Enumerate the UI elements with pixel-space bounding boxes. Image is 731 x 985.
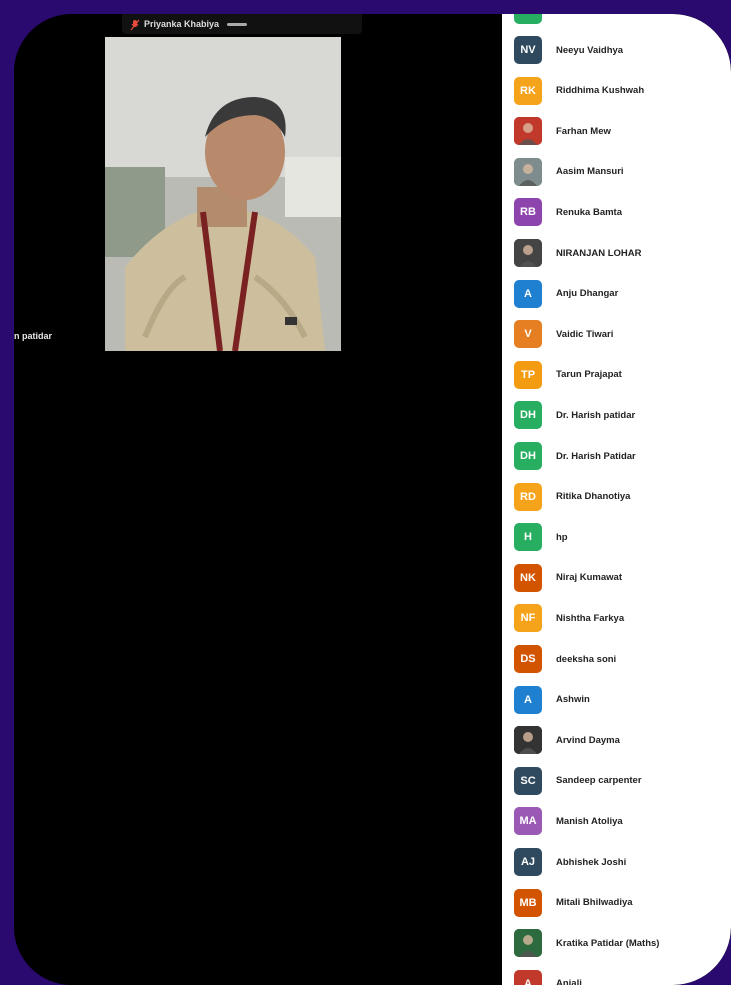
participant-row[interactable]: RK Riddhima Kushwah <box>502 71 731 111</box>
participant-name: Anju Dhangar <box>556 288 619 300</box>
avatar: A <box>514 685 542 714</box>
participant-row[interactable]: NF Nishtha Farkya <box>502 598 731 638</box>
participant-row[interactable]: SC Sandeep carpenter <box>502 761 731 801</box>
avatar-photo <box>514 117 542 146</box>
avatar: SC <box>514 766 542 795</box>
participant-row[interactable]: Hhp <box>502 517 731 557</box>
participant-name: Ritika Dhanotiya <box>556 491 631 503</box>
avatar-photo <box>514 929 542 958</box>
participant-row[interactable]: DH Dr. Harish Patidar <box>502 436 731 476</box>
avatar: RB <box>514 198 542 227</box>
avatar: RD <box>514 482 542 511</box>
avatar: MA <box>514 807 542 836</box>
participant-video-tile[interactable] <box>105 37 341 351</box>
avatar <box>514 14 542 24</box>
participant-row[interactable]: MA Manish Atoliya <box>502 801 731 841</box>
participant-row[interactable]: A Anju Dhangar <box>502 274 731 314</box>
participant-name: hp <box>556 531 568 543</box>
participant-row[interactable]: NIRANJAN LOHAR <box>502 233 731 273</box>
avatar: A <box>514 969 542 985</box>
chip-indicator <box>227 22 248 26</box>
meeting-screen: Priyanka Khabiya n patidar NV Neeyu Vaid… <box>14 14 731 985</box>
participant-row[interactable]: Aasim Mansuri <box>502 152 731 192</box>
active-speaker-chip: Priyanka Khabiya <box>122 14 362 34</box>
participant-name: Farhan Mew <box>556 125 611 137</box>
avatar-photo <box>514 239 542 267</box>
participant-name: Manish Atoliya <box>556 815 623 827</box>
avatar: NV <box>514 36 542 64</box>
participant-row[interactable]: DS deeksha soni <box>502 639 731 679</box>
participant-row[interactable]: Farhan Mew <box>502 111 731 151</box>
video-area: Priyanka Khabiya n patidar <box>14 14 502 985</box>
participant-name: Nishtha Farkya <box>556 612 625 624</box>
participant-name: Kratika Patidar (Maths) <box>556 937 660 949</box>
participant-row[interactable]: Kratika Patidar (Maths) <box>502 923 731 963</box>
participant-name: Aasim Mansuri <box>556 166 624 178</box>
participant-name: Niraj Kumawat <box>556 572 622 584</box>
mic-off-icon <box>130 18 140 31</box>
participant-name: Abhishek Joshi <box>556 856 627 868</box>
participant-name: Dr. Harish Patidar <box>556 450 636 462</box>
participant-row[interactable]: DH Dr. Harish patidar <box>502 395 731 435</box>
participant-name: Vaidic Tiwari <box>556 328 614 340</box>
active-speaker-name: Priyanka Khabiya <box>144 19 220 29</box>
avatar: A <box>514 279 542 308</box>
participant-row[interactable]: TP Tarun Prajapat <box>502 355 731 395</box>
avatar: MB <box>514 888 542 917</box>
avatar-photo <box>514 157 542 186</box>
participant-name: Anjali <box>556 978 582 985</box>
avatar-photo <box>514 726 542 755</box>
participant-name: Mitali Bhilwadiya <box>556 897 633 909</box>
participant-row[interactable]: MB Mitali Bhilwadiya <box>502 883 731 923</box>
participant-name: Ashwin <box>556 694 590 706</box>
participant-row[interactable]: NV Neeyu Vaidhya <box>502 30 731 70</box>
avatar: V <box>514 320 542 349</box>
participant-name: Arvind Dayma <box>556 734 620 746</box>
participant-row[interactable]: AJ Abhishek Joshi <box>502 842 731 882</box>
avatar: H <box>514 523 542 552</box>
avatar: TP <box>514 360 542 389</box>
list-item-partial <box>502 14 731 30</box>
participant-name: Renuka Bamta <box>556 206 622 218</box>
avatar: RK <box>514 76 542 105</box>
participant-row[interactable]: A Anjali <box>502 964 731 985</box>
participants-list[interactable]: NV Neeyu Vaidhya RK Riddhima Kushwah Farhan … <box>502 14 731 985</box>
participant-row[interactable]: Arvind Dayma <box>502 720 731 760</box>
participant-name: deeksha soni <box>556 653 617 665</box>
avatar: DH <box>514 442 542 470</box>
avatar: AJ <box>514 848 542 876</box>
avatar: NF <box>514 604 542 633</box>
participant-row[interactable]: V Vaidic Tiwari <box>502 314 731 354</box>
avatar: DH <box>514 401 542 430</box>
participant-name: NIRANJAN LOHAR <box>556 247 642 259</box>
participant-name: Sandeep carpenter <box>556 775 642 787</box>
participant-row[interactable]: NK Niraj Kumawat <box>502 558 731 598</box>
participant-name: Dr. Harish patidar <box>556 409 636 421</box>
avatar: DS <box>514 645 542 673</box>
participant-row[interactable]: A Ashwin <box>502 680 731 720</box>
participant-name-label: n patidar <box>14 331 53 341</box>
participant-name: Tarun Prajapat <box>556 369 622 381</box>
video-feed <box>105 37 341 351</box>
participant-name: Neeyu Vaidhya <box>556 44 624 56</box>
participant-name: Riddhima Kushwah <box>556 85 645 97</box>
avatar: NK <box>514 563 542 592</box>
participant-row[interactable]: RB Renuka Bamta <box>502 192 731 232</box>
participant-row[interactable]: RD Ritika Dhanotiya <box>502 477 731 517</box>
